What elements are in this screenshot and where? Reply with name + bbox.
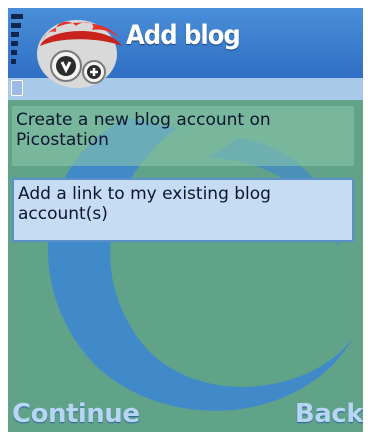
back-softkey[interactable]: Back <box>295 399 363 429</box>
status-indicator-icon <box>11 80 23 96</box>
page-title: Add blog <box>126 20 241 51</box>
option-label: Add a link to my existing blog account(s… <box>18 184 271 224</box>
signal-strength-icon <box>11 14 23 76</box>
softkey-bar: Continue Back <box>8 398 363 432</box>
continue-softkey[interactable]: Continue <box>12 399 140 429</box>
red-mascot-head-icon <box>37 20 122 88</box>
option-label: Create a new blog account on Picostation <box>16 110 271 150</box>
phone-screen: Add blog Create a new blog account on Pi… <box>8 8 363 432</box>
option-create-blog-account[interactable]: Create a new blog account on Picostation <box>12 106 354 166</box>
option-link-existing-blog[interactable]: Add a link to my existing blog account(s… <box>12 178 354 242</box>
